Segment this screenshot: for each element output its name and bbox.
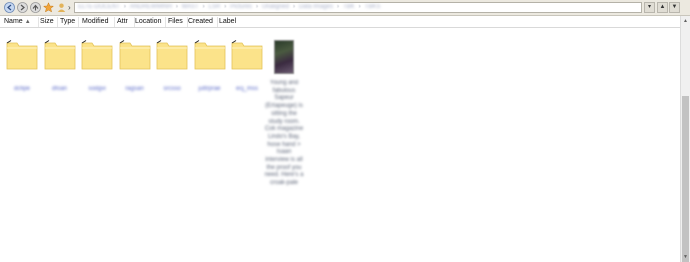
address-dropdown-button[interactable]: ▾ [644,2,655,13]
image-file-label[interactable]: Young and fabulous Sapeur (Ertapeuge) is… [264,80,304,188]
sort-ascending-icon: ▲ [24,19,31,25]
scroll-down-arrow[interactable]: ▼ [681,252,690,262]
column-headers: Name ▲ Size Type Modified Attr Location F… [0,16,690,28]
user-icon [57,3,66,12]
file-grid: Young and fabulous Sapeur (Ertapeuge) is… [0,28,680,262]
folder-label[interactable]: juttrprae [190,86,230,92]
back-button[interactable] [4,2,15,13]
triangle-up-icon: ▲ [659,4,666,10]
path-separator: › [255,4,258,10]
column-header-size[interactable]: Size [38,17,58,27]
folder-label[interactable]: sodgvi [77,86,117,92]
path-segment[interactable]: MAST [182,3,199,12]
path-segment[interactable]: Pictures [230,3,252,12]
column-header-name[interactable]: Name ▲ [2,17,39,27]
folder-icon[interactable] [156,40,188,70]
back-icon [4,2,15,13]
folder-label[interactable]: dfoan [40,86,80,92]
path-separator: › [337,4,339,10]
path-separator: › [358,4,361,10]
image-thumbnail[interactable] [274,40,294,74]
folder-icon[interactable] [44,40,76,70]
panel-up-button[interactable]: ▲ [657,2,668,13]
folder-icon[interactable] [81,40,113,70]
path-separator: › [292,4,295,10]
path-separator: › [202,4,205,10]
path-segment[interactable]: Unaligned [262,3,289,12]
folder-icon[interactable] [119,40,151,70]
toolbar: › ELTE-DOCENT › ANDREWMINH › MAST › LSR › Pictur… [0,0,690,16]
chevron-down-icon: ▾ [647,4,651,10]
up-folder-button[interactable] [30,2,41,13]
up-folder-icon [30,2,41,13]
path-root-arrow[interactable]: › [68,2,71,13]
folder-icon[interactable] [6,40,38,70]
folder-label[interactable]: ragsan [115,86,155,92]
triangle-down-icon: ▼ [671,4,678,10]
scroll-thumb[interactable] [682,96,689,262]
favorites-button[interactable] [43,2,54,13]
user-button[interactable] [56,2,67,13]
path-segment[interactable]: Data Images [299,3,333,12]
folder-label[interactable]: srcsso [152,86,192,92]
path-segment[interactable]: LSR [209,3,221,12]
folder-label[interactable]: ecj_mss [227,86,267,92]
folder-icon[interactable] [231,40,263,70]
path-segment[interactable]: TBK [343,3,355,12]
path-segment[interactable]: TBKS [365,3,381,12]
column-header-attr[interactable]: Attr [115,17,135,27]
column-header-location[interactable]: Location [133,17,166,27]
path-segment[interactable]: ANDREWMINH [130,3,172,12]
column-header-modified[interactable]: Modified [80,17,115,27]
folder-label[interactable]: dcfipe [2,86,42,92]
vertical-scrollbar[interactable]: ▲ ▼ [680,16,690,262]
path-separator: › [123,4,126,10]
path-segment[interactable]: ELTE-DOCENT [78,3,120,12]
column-header-files[interactable]: Files [166,17,188,27]
folder-icon[interactable] [194,40,226,70]
forward-button[interactable] [17,2,28,13]
star-icon [43,2,54,13]
column-header-type[interactable]: Type [58,17,79,27]
path-separator: › [224,4,227,10]
path-separator: › [175,4,178,10]
address-bar[interactable]: ELTE-DOCENT › ANDREWMINH › MAST › LSR › Pictures… [74,2,642,13]
column-header-label[interactable]: Label [217,17,241,27]
panel-down-button[interactable]: ▼ [669,2,680,13]
column-header-created[interactable]: Created [186,17,218,27]
forward-icon [17,2,28,13]
scroll-up-arrow[interactable]: ▲ [681,16,690,26]
